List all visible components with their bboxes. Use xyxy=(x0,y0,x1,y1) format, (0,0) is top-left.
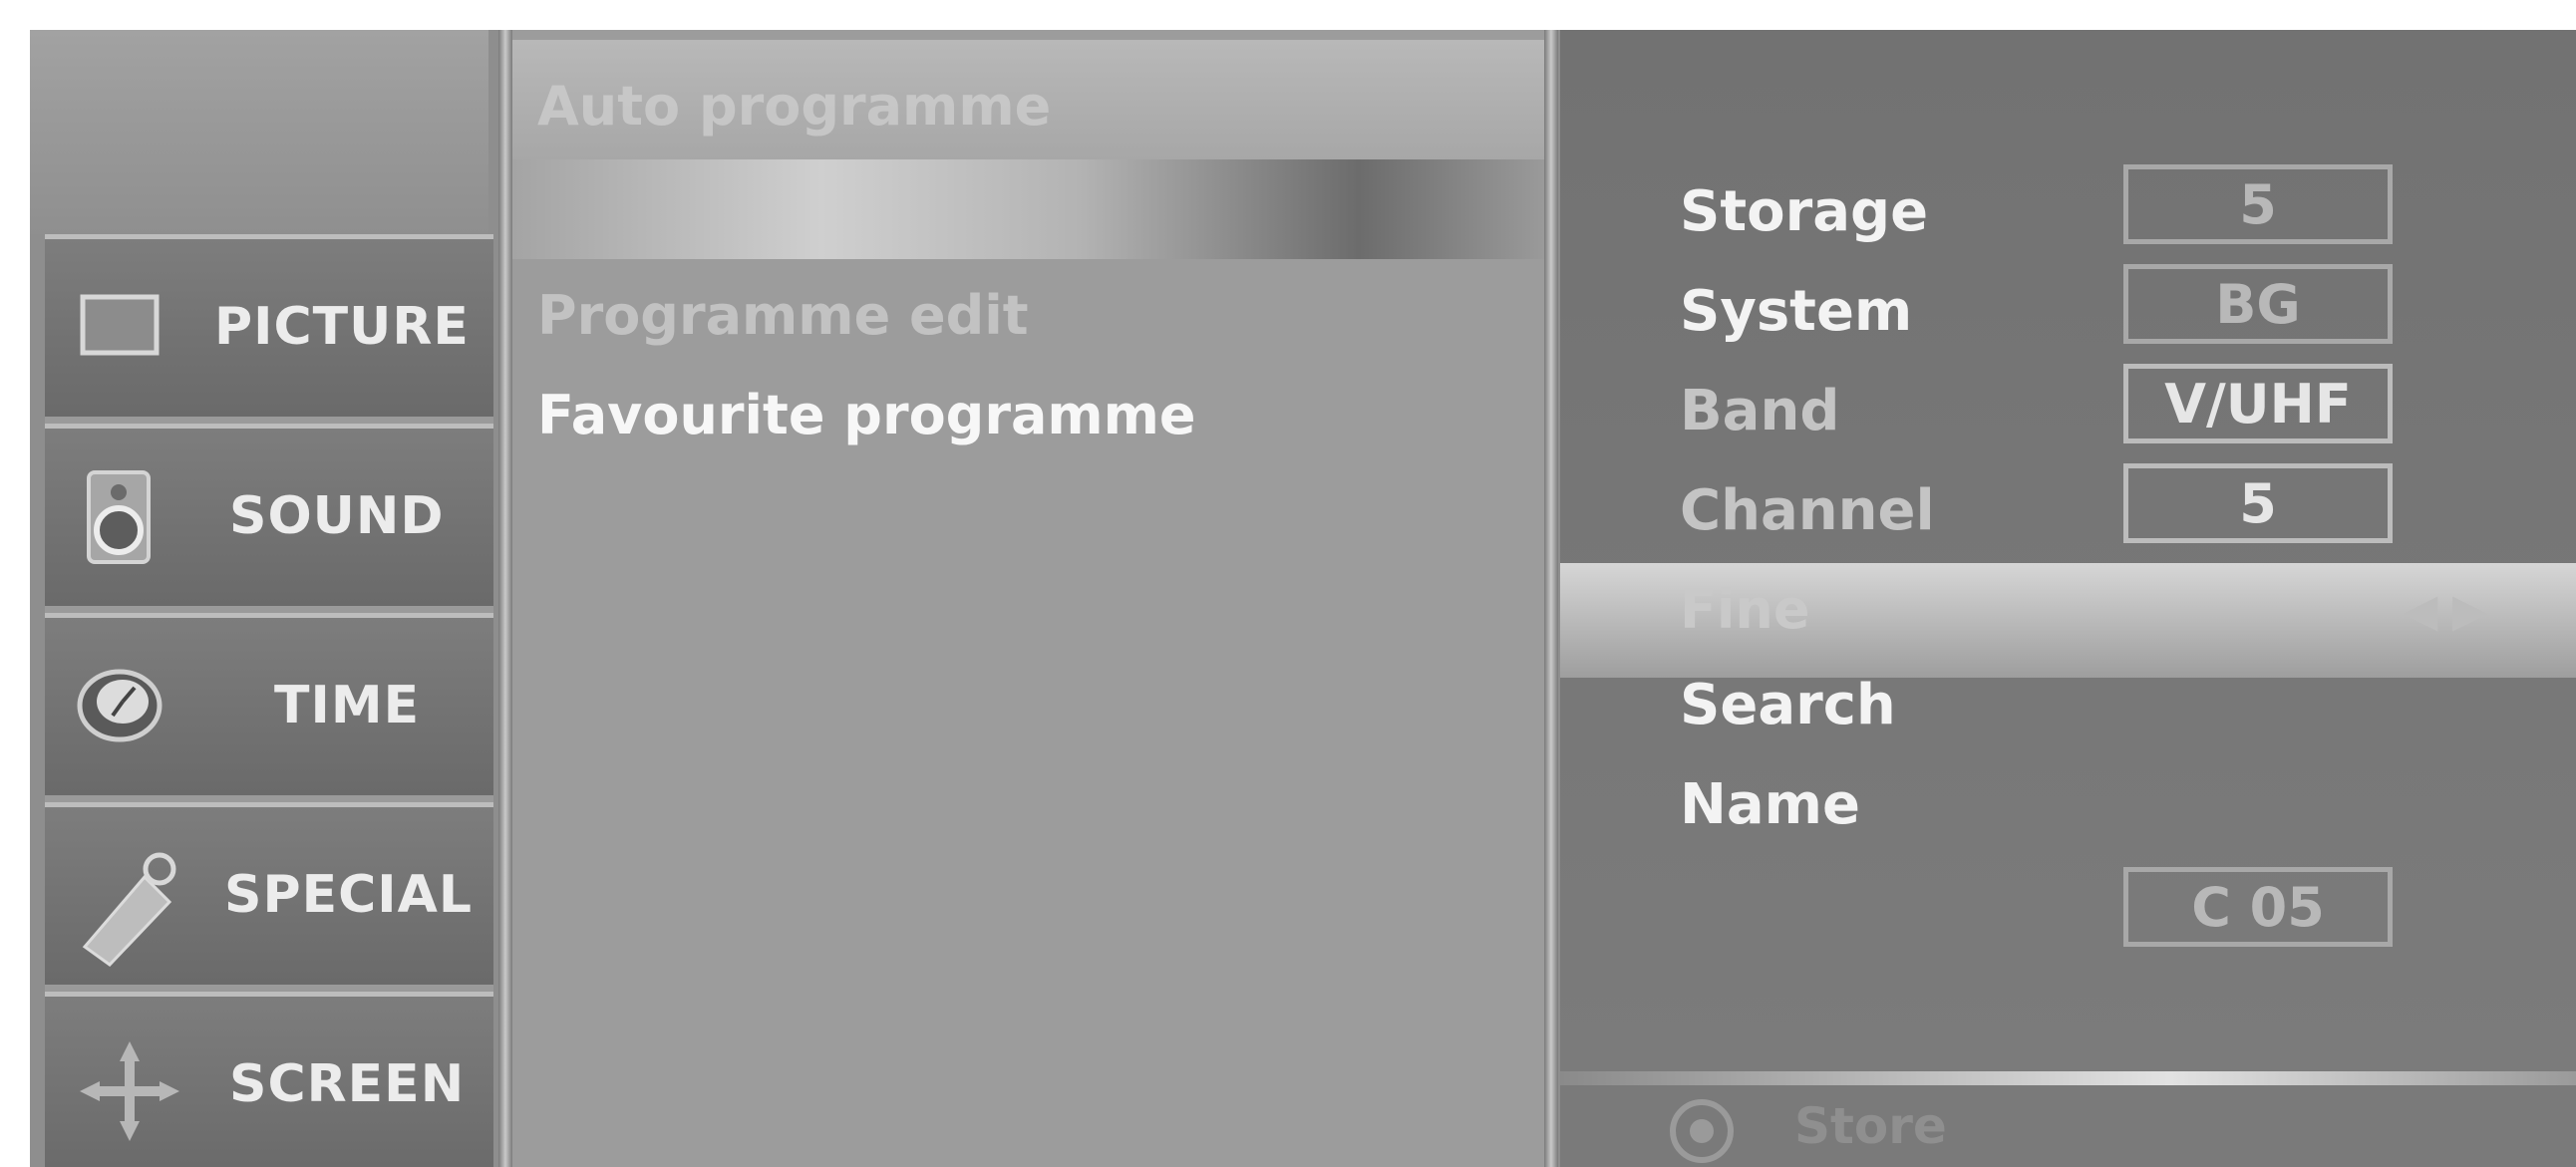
storage-value[interactable]: 5 xyxy=(2123,164,2393,244)
store-label: Store xyxy=(1794,1097,1947,1155)
speaker-icon xyxy=(75,468,164,564)
clock-icon xyxy=(75,658,164,747)
category-screen[interactable]: SCREEN xyxy=(45,992,493,1167)
manual-programme-panel: Storage 5 System BG Band V/UHF Channel 5… xyxy=(1560,30,2576,1167)
system-value[interactable]: BG xyxy=(2123,264,2393,344)
submenu-highlight xyxy=(512,159,1544,259)
divider xyxy=(498,30,512,1167)
system-label: System xyxy=(1680,279,1913,344)
name-label[interactable]: Name xyxy=(1680,772,1860,837)
divider xyxy=(1544,30,1558,1167)
separator xyxy=(1560,1071,2576,1085)
category-picture[interactable]: PICTURE xyxy=(45,234,493,417)
category-label: SCREEN xyxy=(229,1054,466,1114)
search-label[interactable]: Search xyxy=(1680,673,1896,737)
fine-label: Fine xyxy=(1680,578,1810,641)
storage-label: Storage xyxy=(1680,179,1929,244)
picture-icon xyxy=(75,279,164,369)
programme-submenu: Auto programme Programme edit Favourite … xyxy=(512,30,1544,1167)
channel-label: Channel xyxy=(1680,478,1935,543)
category-time[interactable]: TIME xyxy=(45,613,493,795)
category-label: SOUND xyxy=(229,486,445,546)
category-label: TIME xyxy=(274,676,421,735)
band-label: Band xyxy=(1680,379,1840,443)
category-special[interactable]: SPECIAL xyxy=(45,802,493,985)
category-menu: PICTURE SOUND TIME SPECIAL SCREEN xyxy=(45,234,493,1167)
screen-move-icon xyxy=(75,1036,179,1141)
menu-item-favourite-programme[interactable]: Favourite programme xyxy=(537,384,1196,446)
category-sound[interactable]: SOUND xyxy=(45,424,493,606)
category-header-area xyxy=(30,30,488,234)
band-value[interactable]: V/UHF xyxy=(2123,364,2393,443)
menu-item-auto-programme[interactable]: Auto programme xyxy=(537,75,1051,138)
category-label: SPECIAL xyxy=(224,865,473,925)
tv-osd-screen: PICTURE SOUND TIME SPECIAL SCREEN Auto p… xyxy=(30,30,2576,1167)
name-value[interactable]: C 05 xyxy=(2123,867,2393,947)
channel-value[interactable]: 5 xyxy=(2123,463,2393,543)
store-row[interactable]: Store xyxy=(1560,1085,2576,1167)
store-button-icon xyxy=(1670,1099,1734,1163)
menu-item-programme-edit[interactable]: Programme edit xyxy=(537,284,1029,347)
fine-adjust-arrows[interactable]: ◀ ▶ xyxy=(2403,583,2487,637)
category-label: PICTURE xyxy=(214,297,470,357)
special-tag-icon xyxy=(75,847,176,967)
